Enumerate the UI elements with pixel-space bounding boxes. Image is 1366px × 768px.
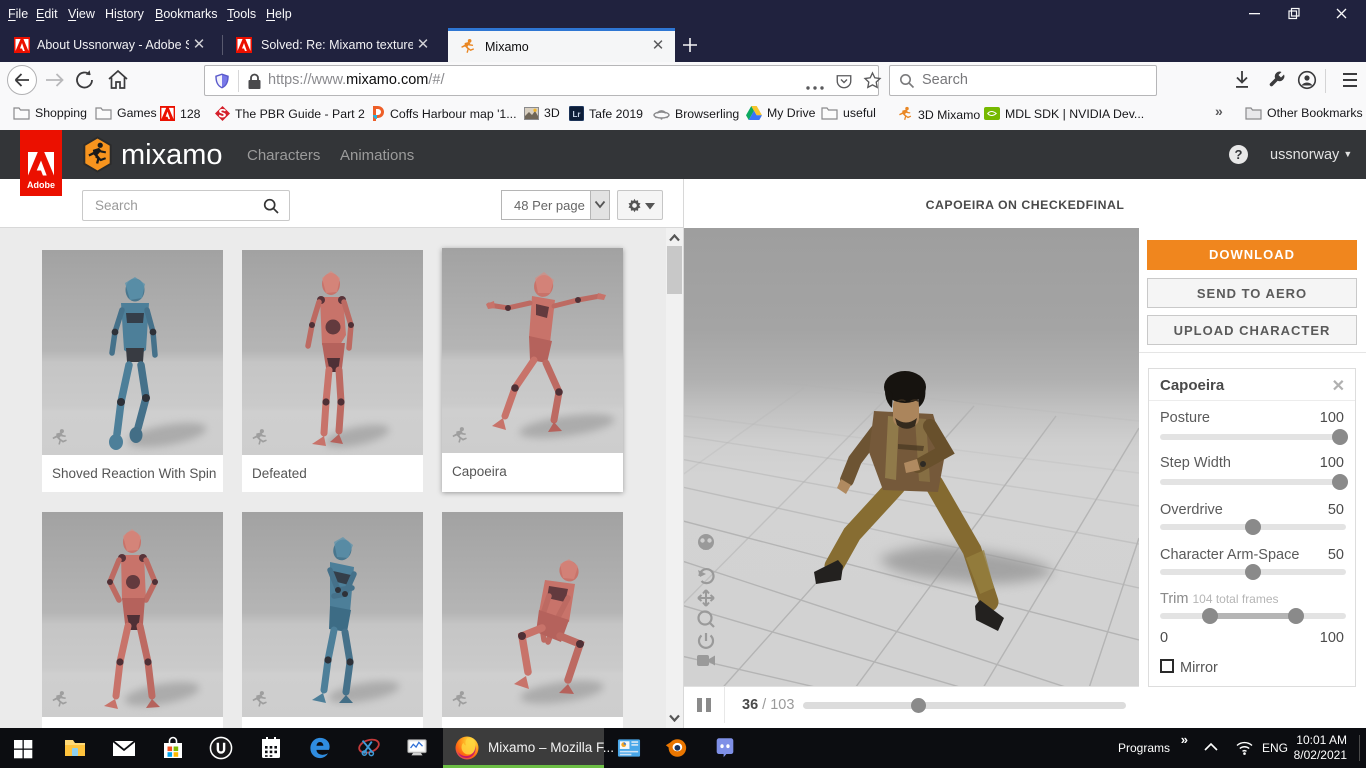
svg-text:Lr: Lr — [573, 110, 581, 119]
svg-text:?: ? — [1235, 147, 1243, 162]
svg-text:Adobe: Adobe — [27, 180, 55, 190]
